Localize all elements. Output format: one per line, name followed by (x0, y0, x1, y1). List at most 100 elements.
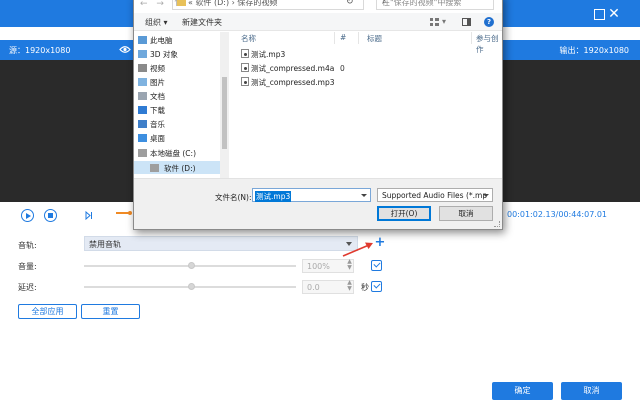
file-type-value: Supported Audio Files (*.mp (382, 191, 488, 200)
chevron-down-icon (483, 194, 489, 197)
apply-all-button[interactable]: 全部应用 (18, 304, 77, 319)
nav-item-pictures[interactable]: 图片 (138, 77, 165, 88)
nav-pane-scrollbar[interactable] (220, 32, 229, 178)
reset-button[interactable]: 重置 (81, 304, 140, 319)
volume-value: 100% (307, 262, 330, 271)
column-header-title[interactable]: 标题 (367, 33, 382, 44)
file-name: 测试_compressed.mp3 (251, 78, 335, 87)
restore-icon[interactable] (592, 7, 606, 21)
organize-menu[interactable]: 组织 ▾ (145, 17, 168, 28)
play-button[interactable] (21, 209, 34, 222)
source-resolution: 源：1920x1080 (9, 46, 71, 55)
preview-pane-icon[interactable] (462, 18, 471, 26)
nav-item-label: 视频 (150, 64, 165, 73)
time-current: 00:01:02.13 (507, 210, 556, 219)
file-row[interactable]: 测试_compressed.mp3 (241, 77, 334, 88)
videos-icon (138, 64, 147, 72)
column-separator (334, 32, 335, 44)
nav-item-this-pc[interactable]: 此电脑 (138, 35, 173, 46)
file-row[interactable]: 测试.mp3 (241, 49, 285, 60)
audio-file-icon (241, 49, 249, 58)
nav-item-local-disk-c[interactable]: 本地磁盘 (C:) (138, 148, 196, 159)
file-name: 测试.mp3 (251, 50, 286, 59)
delay-stepper[interactable]: ▲ ▼ (345, 280, 354, 294)
column-separator (358, 32, 359, 44)
dialog-address-row: ← → ↑ « 软件 (D:) › 保存的视频 ↻ 在"保存的视频"中搜索 ⌕ (134, 0, 502, 13)
volume-slider[interactable] (84, 262, 296, 269)
column-header-name[interactable]: 名称 (241, 33, 256, 44)
drive-icon (150, 164, 159, 172)
view-dropdown-icon[interactable]: ▾ (442, 17, 446, 26)
time-display: 00:01:02.13/00:44:07.01 (507, 210, 607, 219)
volume-label: 音量: (18, 262, 37, 271)
help-icon[interactable]: ? (484, 17, 494, 27)
refresh-icon[interactable]: ↻ (346, 0, 354, 7)
nav-item-label: 此电脑 (150, 36, 173, 45)
timeline-scrubber[interactable] (116, 211, 134, 215)
dialog-footer: 文件名(N): 测试.mp3 Supported Audio Files (*.… (134, 178, 502, 229)
nav-item-desktop[interactable]: 桌面 (138, 133, 165, 144)
filename-label: 文件名(N): (215, 193, 252, 202)
folder-icon (177, 0, 186, 6)
file-row[interactable]: 测试_compressed.m4a (241, 63, 334, 74)
computer-icon (138, 36, 147, 44)
dialog-toolbar: 组织 ▾ 新建文件夹 ▾ ? (134, 13, 502, 31)
delay-slider-thumb[interactable] (188, 283, 195, 290)
time-total: 00:44:07.01 (558, 210, 608, 219)
chevron-down-icon[interactable] (361, 194, 367, 197)
nav-item-music[interactable]: 音乐 (138, 119, 165, 130)
navigation-pane: 此电脑 3D 对象 视频 图片 文档 下载 音乐 桌面 本地磁盘 (C:) 软件… (134, 32, 229, 178)
volume-slider-thumb[interactable] (188, 262, 195, 269)
nav-item-label: 本地磁盘 (C:) (150, 149, 196, 158)
column-header-contributors[interactable]: 参与创作 (476, 33, 502, 55)
stop-button[interactable] (44, 209, 57, 222)
file-type-select[interactable]: Supported Audio Files (*.mp (377, 188, 493, 202)
address-bar[interactable]: « 软件 (D:) › 保存的视频 (172, 0, 364, 10)
resize-grip-icon[interactable] (494, 221, 500, 227)
music-icon (138, 120, 147, 128)
dialog-cancel-button[interactable]: 取消 (439, 206, 493, 221)
nav-item-label: 3D 对象 (150, 50, 178, 59)
eye-icon[interactable] (119, 45, 131, 54)
ok-button[interactable]: 确定 (492, 382, 553, 400)
nav-item-documents[interactable]: 文档 (138, 91, 165, 102)
open-file-dialog: ← → ↑ « 软件 (D:) › 保存的视频 ↻ 在"保存的视频"中搜索 ⌕ … (133, 0, 503, 230)
delay-slider[interactable] (84, 283, 296, 290)
nav-pane-scroll-thumb[interactable] (222, 77, 227, 149)
column-header-number[interactable]: # (340, 33, 346, 42)
filename-value: 测试.mp3 (255, 191, 292, 202)
filename-input[interactable]: 测试.mp3 (252, 188, 371, 202)
search-input[interactable]: 在"保存的视频"中搜索 ⌕ (376, 0, 494, 10)
drive-icon (138, 149, 147, 157)
audio-track-value: 禁用音轨 (89, 240, 121, 249)
delay-checkbox[interactable] (371, 281, 382, 292)
cancel-button[interactable]: 取消 (561, 382, 622, 400)
nav-item-software-d[interactable]: 软件 (D:) (134, 161, 220, 174)
next-frame-icon[interactable] (85, 211, 93, 220)
file-track-number: 0 (340, 64, 345, 73)
close-icon[interactable]: ✕ (606, 6, 622, 22)
file-list: 名称 # 标题 参与创作 测试.mp3 测试_compressed.m4a 0 … (231, 32, 502, 178)
downloads-icon (138, 106, 147, 114)
new-folder-button[interactable]: 新建文件夹 (182, 17, 222, 28)
documents-icon (138, 92, 147, 100)
volume-stepper[interactable]: ▲ ▼ (345, 259, 354, 273)
search-icon: ⌕ (382, 0, 387, 6)
view-options-icon[interactable] (430, 18, 439, 26)
nav-item-videos[interactable]: 视频 (138, 63, 165, 74)
delay-unit: 秒 (361, 283, 369, 292)
delay-value: 0.0 (307, 283, 320, 292)
volume-checkbox[interactable] (371, 260, 382, 271)
pictures-icon (138, 78, 147, 86)
nav-item-3d-objects[interactable]: 3D 对象 (138, 49, 178, 60)
delay-label: 延迟: (18, 283, 37, 292)
audio-track-label: 音轨: (18, 241, 37, 250)
audio-file-icon (241, 63, 249, 72)
nav-item-label: 文档 (150, 92, 165, 101)
nav-item-downloads[interactable]: 下载 (138, 105, 165, 116)
open-button[interactable]: 打开(O) (377, 206, 431, 221)
audio-file-icon (241, 77, 249, 86)
3d-objects-icon (138, 50, 147, 58)
file-name: 测试_compressed.m4a (251, 64, 335, 73)
audio-track-select[interactable]: 禁用音轨 (84, 236, 358, 251)
